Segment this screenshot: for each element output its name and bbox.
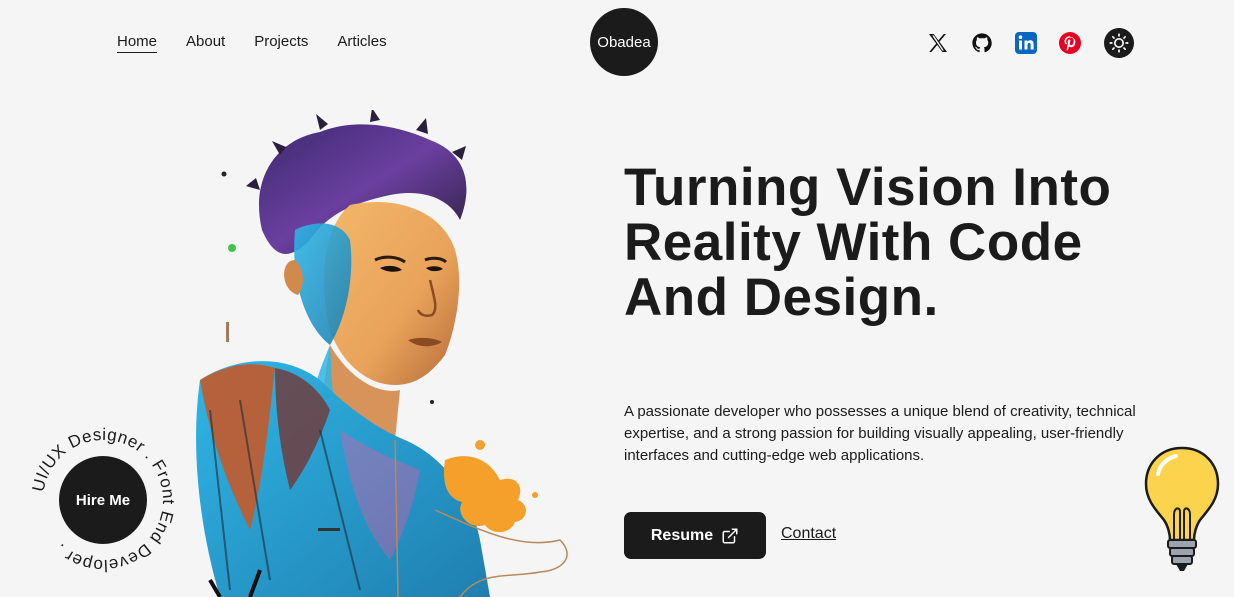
nav-link-projects[interactable]: Projects bbox=[254, 33, 308, 53]
github-icon[interactable] bbox=[968, 29, 996, 57]
resume-button[interactable]: Resume bbox=[624, 512, 766, 559]
hero-intro: A passionate developer who possesses a u… bbox=[624, 403, 1136, 464]
resume-button-label: Resume bbox=[650, 526, 714, 544]
hire-me-badge: UI/UX Designer . Front End Developer . H… bbox=[28, 425, 178, 575]
linkedin-icon[interactable] bbox=[1012, 29, 1040, 57]
lightbulb-icon bbox=[1144, 446, 1220, 571]
nav-link-about[interactable]: About bbox=[186, 33, 225, 53]
x-icon[interactable] bbox=[924, 29, 952, 57]
developer-portrait-illustration bbox=[196, 110, 568, 597]
main-nav: Home About Projects Articles bbox=[117, 33, 387, 53]
contact-link[interactable]: Contact bbox=[781, 525, 836, 543]
site-logo[interactable]: Obadea bbox=[590, 8, 658, 76]
pinterest-icon[interactable] bbox=[1056, 29, 1084, 57]
social-links bbox=[924, 28, 1134, 58]
hire-me-button[interactable]: Hire Me bbox=[59, 456, 147, 544]
external-link-icon bbox=[722, 528, 738, 543]
sun-icon bbox=[1109, 33, 1129, 53]
theme-toggle-button[interactable] bbox=[1104, 28, 1134, 58]
nav-link-articles[interactable]: Articles bbox=[337, 33, 386, 53]
hero-headline: Turning Vision Into Reality With Code An… bbox=[624, 158, 1112, 327]
nav-link-home[interactable]: Home bbox=[117, 33, 158, 53]
